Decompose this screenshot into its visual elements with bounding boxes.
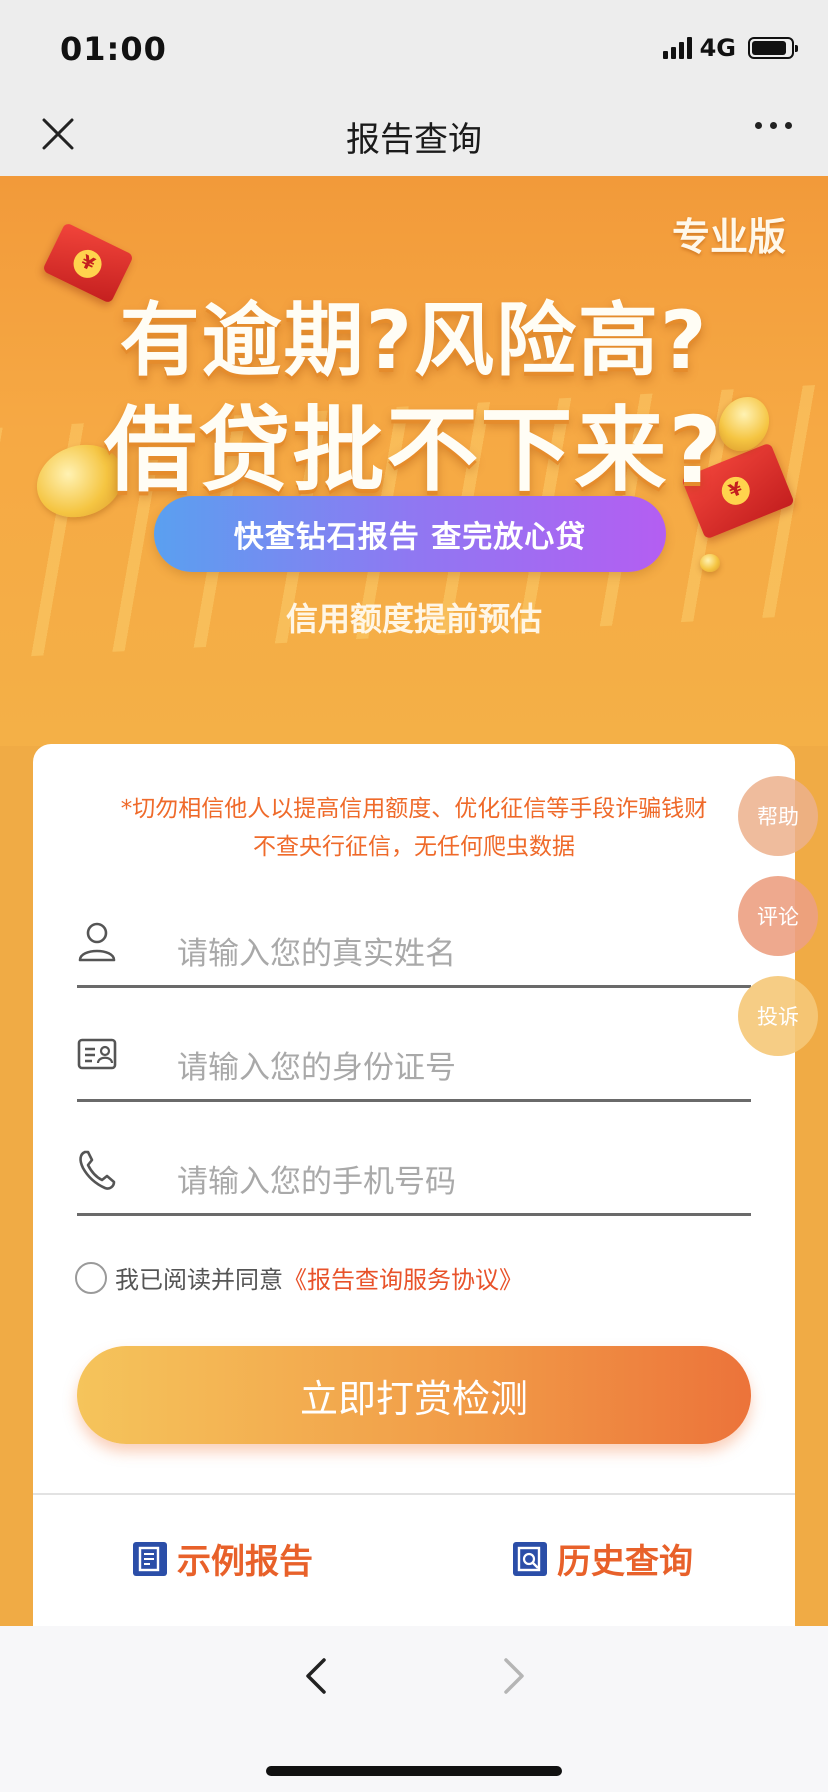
submit-button[interactable]: 立即打赏检测 xyxy=(77,1346,751,1444)
status-bar: 01:00 4G xyxy=(0,0,828,96)
id-number-input[interactable] xyxy=(177,1046,737,1090)
phone-field xyxy=(77,1150,751,1216)
nav-bar: 报告查询 xyxy=(0,96,828,176)
banner-pill: 快查钻石报告 查完放心贷 xyxy=(154,496,666,572)
divider xyxy=(33,1493,795,1495)
sample-report-label: 示例报告 xyxy=(177,1542,313,1582)
id-field xyxy=(77,1038,751,1102)
banner-headline-2: 借贷批不下来? xyxy=(104,397,724,504)
help-button[interactable]: 帮助 xyxy=(738,776,818,856)
review-button[interactable]: 评论 xyxy=(738,876,818,956)
name-field xyxy=(77,922,751,988)
pro-edition-tag: 专业版 xyxy=(671,215,786,259)
search-doc-icon xyxy=(513,1541,547,1576)
network-label: 4G xyxy=(699,34,736,62)
agreement-row: 我已阅读并同意 《报告查询服务协议》 xyxy=(75,1260,523,1295)
status-indicators: 4G xyxy=(662,34,798,62)
back-icon[interactable] xyxy=(296,1652,336,1700)
name-input[interactable] xyxy=(177,932,737,976)
phone-input[interactable] xyxy=(177,1160,737,1204)
page-title: 报告查询 xyxy=(346,120,482,160)
banner-slogan: 信用额度提前预估 xyxy=(285,600,542,638)
agree-text: 我已阅读并同意 xyxy=(115,1266,283,1294)
report-icon xyxy=(133,1541,167,1576)
promo-banner: ¥ ¥ 专业版 有逾期?风险高? 借贷批不下来? 快查钻石报告 查完放心贷 信用… xyxy=(0,176,828,746)
history-query-link[interactable]: 历史查询 xyxy=(513,1534,693,1583)
battery-icon xyxy=(748,37,798,59)
warning-line-2: 不查央行征信，无任何爬虫数据 xyxy=(253,834,575,860)
user-icon xyxy=(78,922,116,962)
home-indicator xyxy=(266,1766,562,1776)
warning-line-1: *切勿相信他人以提高信用额度、优化征信等手段诈骗钱财 xyxy=(120,796,708,822)
phone-icon xyxy=(79,1150,116,1190)
banner-headline-1: 有逾期?风险高? xyxy=(119,294,709,387)
agree-radio[interactable] xyxy=(75,1261,107,1294)
forward-icon[interactable] xyxy=(494,1652,534,1700)
bottom-toolbar xyxy=(0,1626,828,1792)
fraud-warning: *切勿相信他人以提高信用额度、优化征信等手段诈骗钱财 不查央行征信，无任何爬虫数… xyxy=(93,790,735,866)
agreement-link[interactable]: 《报告查询服务协议》 xyxy=(283,1260,523,1295)
history-query-label: 历史查询 xyxy=(557,1542,693,1582)
coin-icon xyxy=(700,554,720,572)
more-icon[interactable] xyxy=(755,122,792,129)
complain-button[interactable]: 投诉 xyxy=(738,976,818,1056)
status-time: 01:00 xyxy=(60,30,167,68)
id-card-icon xyxy=(77,1038,117,1070)
sample-report-link[interactable]: 示例报告 xyxy=(133,1534,313,1583)
signal-icon xyxy=(662,37,692,59)
